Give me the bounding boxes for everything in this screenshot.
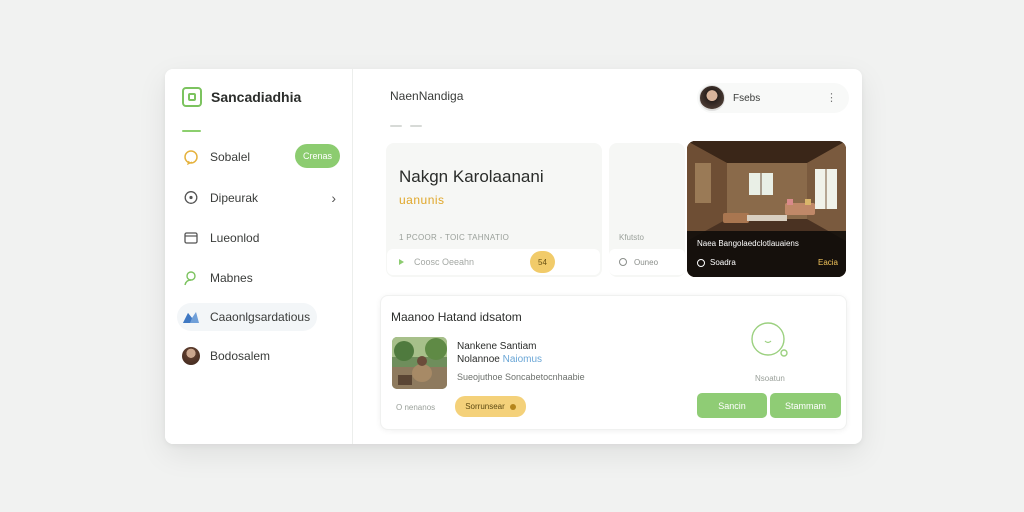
item-subtitle-text: Nolannoe [457, 354, 503, 365]
chevron-right-icon: › [331, 190, 336, 206]
photo-footer-label: Soadra [710, 258, 736, 267]
brand-underline [182, 130, 201, 132]
circle-icon [697, 258, 705, 267]
chat-bubble-icon [182, 148, 200, 166]
item-thumbnail[interactable] [392, 337, 447, 389]
user-avatar [699, 85, 725, 111]
photo-caption: Naea Bangolaedclotlauaiens [697, 239, 799, 248]
hero-badge-button[interactable]: 54 [530, 251, 555, 273]
hero-meta: 1 PCOOR - TOIC TAHNATIO [399, 233, 510, 242]
avatar [182, 347, 200, 365]
ring-label: Nsoatun [755, 374, 785, 383]
bottom-card-title: Maanoo Hatand idsatom [391, 310, 522, 324]
photo-card[interactable]: Naea Bangolaedclotlauaiens Soadra Eacia [687, 141, 846, 277]
item-description: Sueojuthoe Soncabetocnhaabie [457, 372, 585, 382]
inbox-icon [182, 229, 200, 247]
sidebar-item-1[interactable]: Sobalel Crenas [182, 143, 340, 171]
mid-action-bar[interactable]: Ouneo [609, 249, 685, 275]
user-name: Fsebs [733, 92, 761, 104]
sidebar: Sancadiadhia Sobalel Crenas Dipeurak › L… [165, 69, 353, 444]
photo-footer: Soadra [697, 258, 736, 267]
status-pill-label: Sorrunsear [465, 402, 505, 411]
sidebar-item-label: Sobalel [210, 150, 251, 164]
hero-action-bar[interactable]: Coosc Oeeahn 54 [387, 249, 600, 275]
primary-button-2[interactable]: Stammam [770, 393, 841, 418]
sidebar-item-3[interactable]: Lueonlod [182, 224, 340, 252]
hero-subtitle: uanunis [399, 193, 445, 207]
hero-bar-label: Coosc Oeeahn [414, 257, 475, 267]
user-menu[interactable]: Fsebs ⋮ [697, 83, 849, 113]
play-icon [399, 259, 404, 265]
dot-icon [509, 403, 516, 410]
sidebar-item-6[interactable]: Bodosalem [182, 342, 340, 370]
comment-icon [182, 189, 200, 207]
item-subtitle-link[interactable]: Naiomus [503, 354, 542, 365]
hero-card[interactable]: Nakgn Karolaanani uanunis 1 PCOOR - TOIC… [386, 143, 602, 277]
people-icon [182, 308, 200, 326]
sidebar-item-label: Lueonlod [210, 231, 260, 245]
brand-name: Sancadiadhia [211, 89, 302, 105]
mid-card[interactable]: Kfutsto Ouneo [609, 143, 685, 277]
sidebar-item-label: Caaonlgsardatious [210, 310, 311, 324]
bottom-card: Maanoo Hatand idsatom Nankene Santiam No… [380, 295, 847, 430]
mid-bar-label: Ouneo [634, 257, 659, 267]
status-pill-button[interactable]: Sorrunsear [455, 396, 526, 417]
brand-logo-icon [182, 87, 202, 107]
circle-icon [619, 258, 627, 266]
user-icon [182, 269, 200, 287]
sidebar-item-badge-button[interactable]: Crenas [295, 144, 340, 168]
title-dashes [390, 125, 422, 127]
main-content: NaenNandiga Fsebs ⋮ Nakgn Karolaanani ua… [353, 69, 862, 444]
sidebar-item-label: Mabnes [210, 271, 253, 285]
sidebar-item-2[interactable]: Dipeurak › [182, 184, 340, 212]
page-title: NaenNandiga [390, 89, 464, 103]
item-subtitle: Nolannoe Naiomus [457, 354, 542, 365]
sidebar-item-4[interactable]: Mabnes [182, 264, 340, 292]
app-window: Sancadiadhia Sobalel Crenas Dipeurak › L… [165, 69, 862, 444]
progress-ring-icon [751, 322, 788, 357]
primary-button-1[interactable]: Sancin [697, 393, 767, 418]
sidebar-item-label: Dipeurak [210, 191, 259, 205]
sidebar-item-5[interactable]: Caaonlgsardatious [177, 303, 317, 331]
mid-meta: Kfutsto [619, 233, 644, 242]
photo-tag[interactable]: Eacia [818, 258, 838, 267]
more-icon[interactable]: ⋮ [826, 91, 837, 104]
brand[interactable]: Sancadiadhia [182, 87, 301, 107]
hero-title: Nakgn Karolaanani [399, 167, 544, 186]
item-name: Nankene Santiam [457, 341, 537, 352]
item-count: O nenanos [396, 403, 436, 412]
sidebar-item-label: Bodosalem [210, 349, 271, 363]
room-photo [687, 141, 846, 277]
